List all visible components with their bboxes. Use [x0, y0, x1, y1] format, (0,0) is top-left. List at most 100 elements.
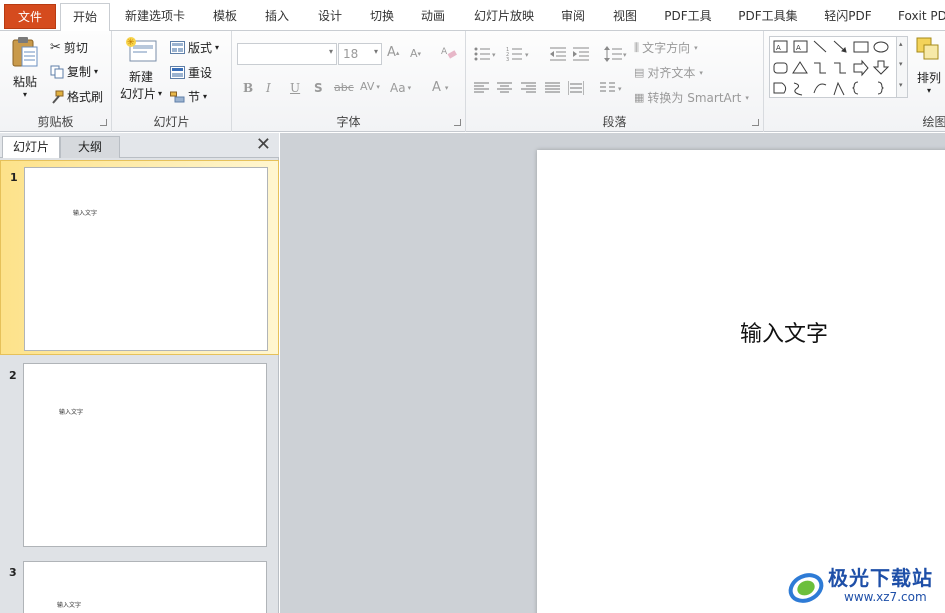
slide-thumbnail[interactable]: 输入文字: [24, 167, 268, 351]
shapes-gallery[interactable]: A A: [769, 36, 897, 98]
smartart-icon: ▦: [634, 91, 645, 104]
chevron-down-icon: ▾: [158, 89, 163, 98]
copy-label: 复制: [67, 65, 92, 79]
group-slides: ✳ 新建 幻灯片 ▾ 版式 ▾ 重设 节 ▾ 幻灯片: [112, 31, 232, 132]
slide-thumbnail[interactable]: 输入文字: [23, 363, 267, 547]
strikethrough-button[interactable]: abc: [334, 81, 354, 94]
char-spacing-label: AV: [360, 80, 375, 93]
tab-transition[interactable]: 切换: [360, 3, 404, 31]
more-icon: ▾: [899, 81, 903, 89]
distributed-icon[interactable]: [568, 81, 584, 95]
tab-view[interactable]: 视图: [603, 3, 647, 31]
slide-thumbnail-row[interactable]: 2 输入文字: [0, 359, 279, 549]
reset-button[interactable]: 重设: [170, 64, 212, 81]
svg-text:A: A: [441, 47, 448, 57]
shrink-font-label: A: [410, 47, 418, 60]
font-group-label: 字体: [336, 115, 361, 129]
slide-thumbnail-row[interactable]: 3 输入文字: [0, 557, 279, 613]
new-slide-label-2: 幻灯片 ▾: [120, 85, 162, 102]
tab-outline-pane[interactable]: 大纲: [60, 136, 120, 158]
bold-button[interactable]: B: [243, 81, 253, 95]
font-size-select[interactable]: 18 ▾: [338, 43, 382, 65]
tab-file[interactable]: 文件: [4, 4, 56, 29]
tab-animation[interactable]: 动画: [411, 3, 455, 31]
slide-number: 3: [9, 566, 17, 579]
shapes-gallery-scroll[interactable]: ▴ ▾ ▾: [897, 36, 908, 98]
paragraph-launcher-icon[interactable]: [752, 119, 759, 126]
grow-font-label: A: [387, 45, 396, 60]
italic-button[interactable]: I: [266, 81, 271, 95]
format-painter-icon: [52, 90, 64, 104]
justify-icon[interactable]: [545, 82, 560, 94]
font-name-select[interactable]: ▾: [237, 43, 337, 65]
copy-icon: [50, 65, 64, 78]
tab-qingshan-pdf[interactable]: 轻闪PDF: [815, 3, 881, 31]
copy-button[interactable]: 复制 ▾: [50, 63, 98, 80]
chevron-down-icon: ▾: [444, 83, 449, 92]
cut-button[interactable]: ✂ 剪切: [50, 39, 88, 56]
arrange-button[interactable]: 排列 ▾: [912, 35, 945, 96]
decrease-indent-icon[interactable]: [550, 47, 566, 61]
align-center-icon[interactable]: [497, 82, 512, 94]
tab-pdf-tools[interactable]: PDF工具: [656, 3, 720, 31]
slide-thumbnail-row[interactable]: 1 输入文字: [0, 160, 279, 355]
shapes-icon: A A: [773, 40, 890, 96]
tab-new-tab[interactable]: 新建选项卡: [116, 3, 194, 31]
bullets-icon[interactable]: ▾: [474, 47, 496, 61]
shadow-button[interactable]: S: [314, 81, 323, 95]
current-slide[interactable]: 输入文字: [537, 150, 945, 613]
align-right-icon[interactable]: [521, 82, 536, 94]
clipboard-launcher-icon[interactable]: [100, 119, 107, 126]
font-color-button[interactable]: A ▾: [432, 80, 448, 95]
tab-pdf-toolset[interactable]: PDF工具集: [730, 3, 806, 31]
slides-group-label: 幻灯片: [153, 115, 190, 129]
paste-button[interactable]: 粘贴 ▾: [8, 35, 42, 100]
grow-font-button[interactable]: A ▴: [387, 45, 399, 60]
increase-indent-icon[interactable]: [573, 47, 589, 61]
tab-slideshow[interactable]: 幻灯片放映: [463, 3, 545, 31]
layout-button[interactable]: 版式 ▾: [170, 39, 219, 56]
underline-button[interactable]: U: [290, 81, 300, 95]
svg-text:A: A: [796, 44, 801, 52]
line-spacing-icon[interactable]: ▾: [604, 46, 628, 62]
convert-smartart-button[interactable]: ▦ 转换为 SmartArt ▾: [634, 89, 749, 106]
slide-thumbnail[interactable]: 输入文字: [23, 561, 267, 613]
character-spacing-button[interactable]: AV ▾: [360, 80, 380, 93]
caret-down-icon: ▾: [417, 49, 422, 58]
align-text-label: 对齐文本: [647, 66, 696, 80]
chevron-down-icon: ▾: [376, 82, 380, 91]
slide-number: 1: [10, 171, 18, 184]
text-direction-button[interactable]: ⫼ 文字方向 ▾: [634, 39, 698, 56]
svg-text:▾: ▾: [492, 51, 496, 59]
slide-text-box[interactable]: 输入文字: [740, 316, 828, 348]
align-left-icon[interactable]: [474, 82, 489, 94]
tab-foxit[interactable]: Foxit PD: [890, 3, 945, 31]
font-launcher-icon[interactable]: [454, 119, 461, 126]
new-slide-button[interactable]: ✳ 新建 幻灯片 ▾: [118, 35, 164, 102]
columns-icon[interactable]: ▾: [600, 81, 624, 95]
change-case-button[interactable]: Aa ▾: [390, 81, 411, 95]
chevron-down-icon: ▾: [694, 43, 698, 52]
reset-icon: [170, 66, 185, 79]
tab-home[interactable]: 开始: [60, 3, 110, 32]
ribbon-tab-bar: 文件 开始 新建选项卡 模板 插入 设计 切换 动画 幻灯片放映 审阅 视图 P…: [0, 0, 945, 32]
align-text-button[interactable]: ▤ 对齐文本 ▾: [634, 64, 703, 81]
slide-editor-area: 输入文字: [280, 133, 945, 613]
pane-tabs: 幻灯片 大纲 ✕: [0, 133, 279, 158]
tab-insert[interactable]: 插入: [255, 3, 299, 31]
format-painter-button[interactable]: 格式刷: [50, 88, 103, 105]
new-slide-label-1: 新建: [128, 70, 153, 84]
clear-format-button[interactable]: A: [440, 43, 458, 61]
tab-template[interactable]: 模板: [202, 3, 248, 31]
svg-text:✳: ✳: [127, 38, 135, 48]
tab-design[interactable]: 设计: [308, 3, 352, 31]
chevron-down-icon: ▾: [699, 68, 703, 77]
group-paragraph: ▾ 1 2 3 ▾ ▾ ⫼ 文字方向 ▾ ▤ 对齐文本 ▾ ▦ 转换为 Smar…: [466, 31, 764, 132]
numbering-icon[interactable]: 1 2 3 ▾: [506, 47, 530, 61]
shrink-font-button[interactable]: A ▾: [410, 47, 421, 60]
chevron-down-icon: ▾: [328, 47, 333, 56]
section-button[interactable]: 节 ▾: [170, 88, 207, 105]
tab-slides-pane[interactable]: 幻灯片: [2, 136, 60, 158]
tab-review[interactable]: 审阅: [551, 3, 595, 31]
close-icon[interactable]: ✕: [256, 135, 271, 155]
